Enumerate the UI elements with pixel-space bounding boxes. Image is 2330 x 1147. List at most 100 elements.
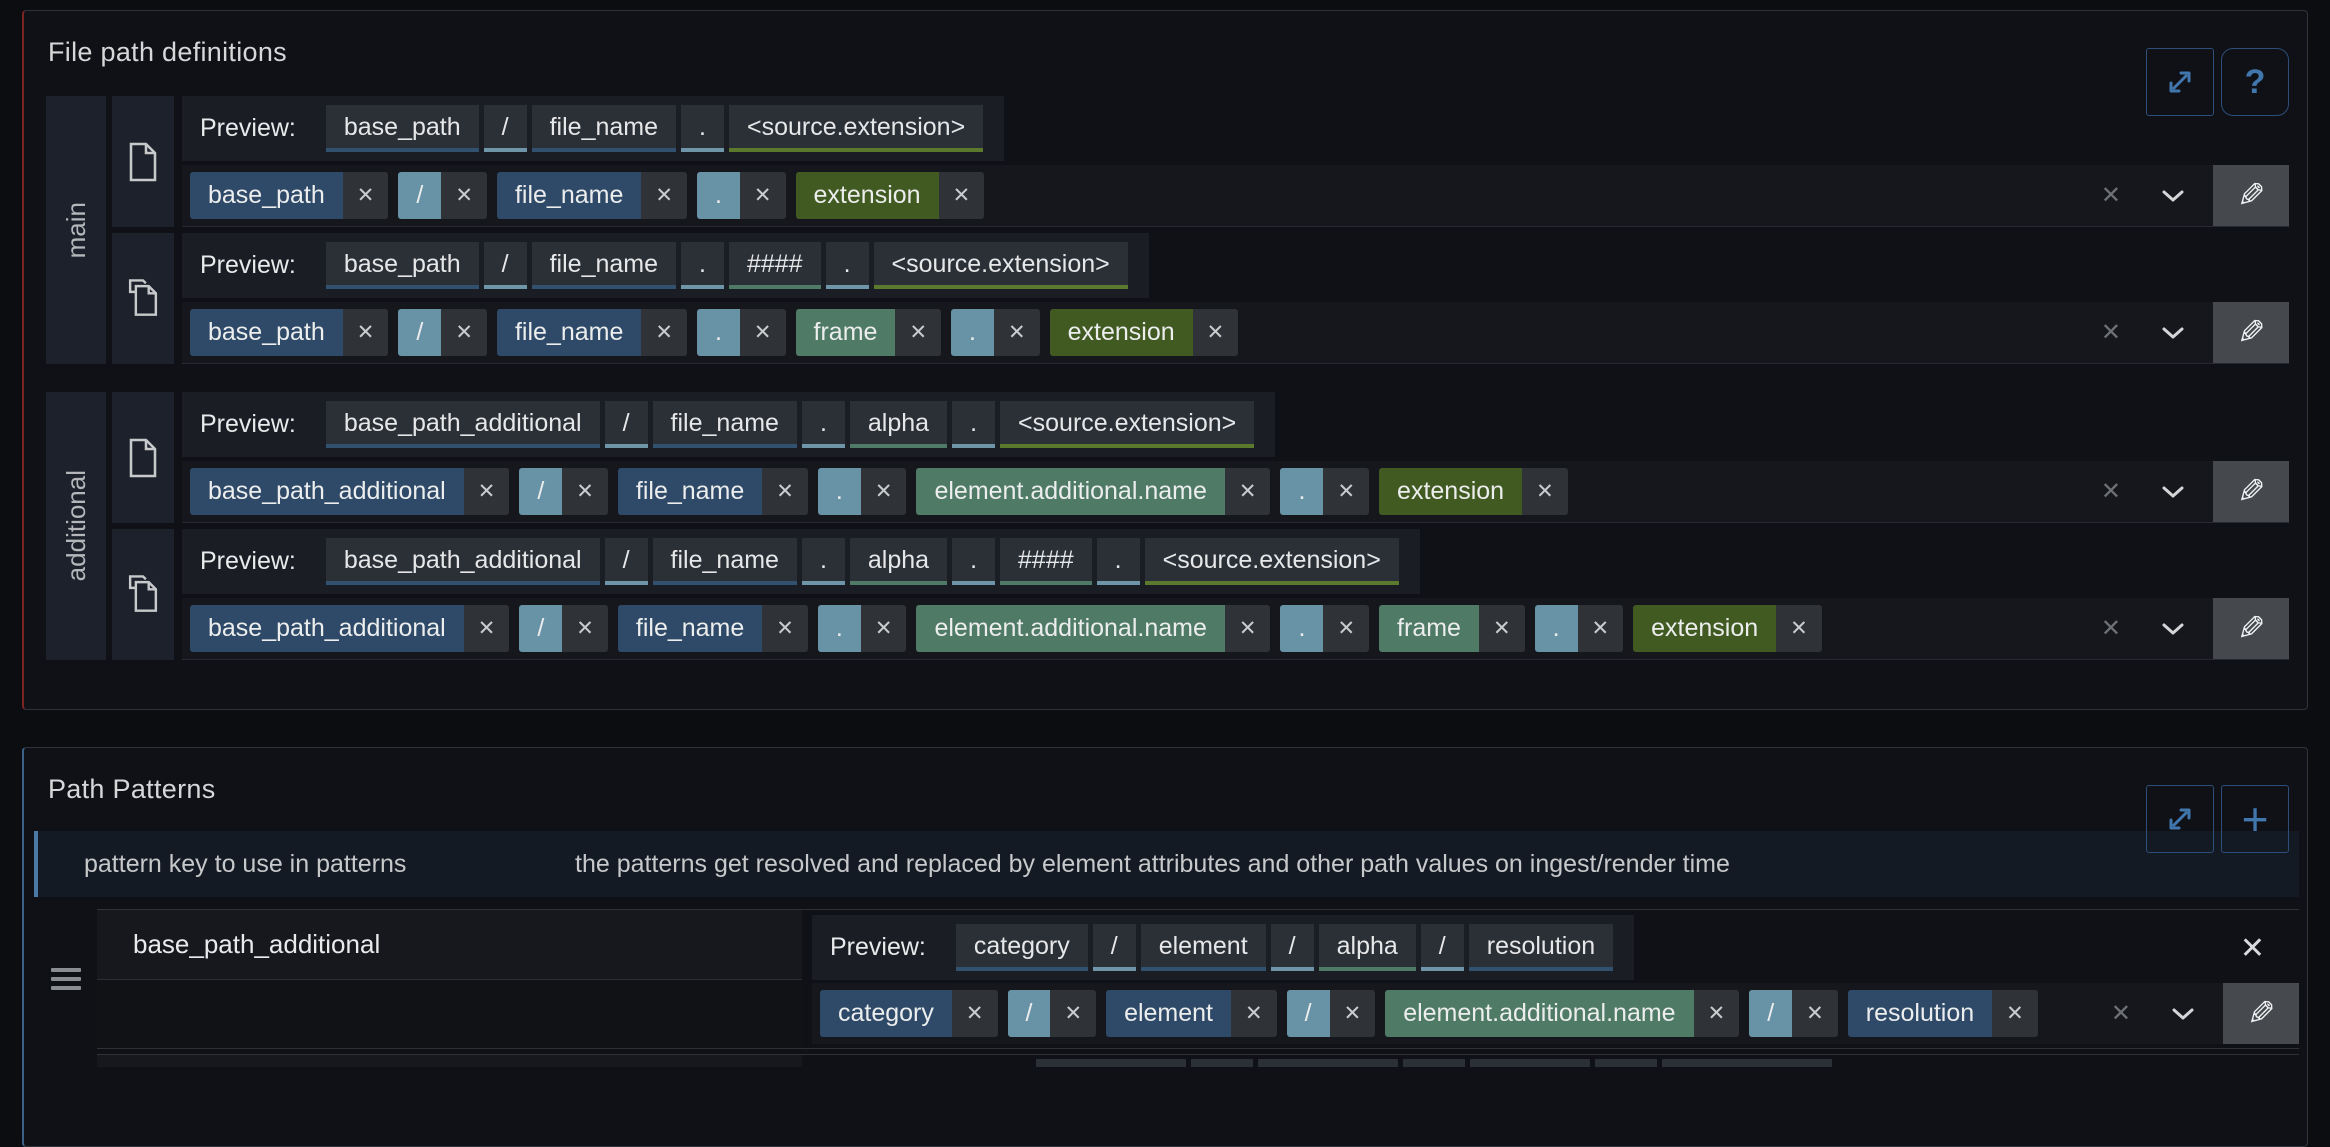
preview-token: file_name — [653, 538, 797, 585]
chip-remove-icon[interactable]: ✕ — [1050, 990, 1096, 1037]
path-token-chip[interactable]: base_path_additional✕ — [190, 468, 509, 515]
path-chips-select[interactable]: base_path✕/✕file_name✕.✕frame✕.✕extensio… — [182, 302, 2213, 363]
chip-remove-icon[interactable]: ✕ — [740, 309, 786, 356]
path-token-chip[interactable]: .✕ — [697, 309, 786, 356]
path-chips-select[interactable]: base_path_additional✕/✕file_name✕.✕eleme… — [182, 461, 2213, 522]
path-token-chip[interactable]: base_path✕ — [190, 309, 388, 356]
path-token-chip[interactable]: base_path✕ — [190, 172, 388, 219]
path-token-chip[interactable]: .✕ — [1280, 605, 1369, 652]
chip-remove-icon[interactable]: ✕ — [1231, 990, 1277, 1037]
chevron-down-icon[interactable] — [2161, 189, 2185, 203]
path-token-chip[interactable]: /✕ — [519, 468, 608, 515]
chip-remove-icon[interactable]: ✕ — [1992, 990, 2038, 1037]
chip-remove-icon[interactable]: ✕ — [895, 309, 941, 356]
expand-panel-button[interactable] — [2146, 785, 2214, 853]
path-token-chip[interactable]: extension✕ — [1050, 309, 1239, 356]
path-chips-select[interactable]: base_path_additional✕/✕file_name✕.✕eleme… — [182, 598, 2213, 659]
path-token-chip[interactable]: /✕ — [519, 605, 608, 652]
path-token-chip[interactable]: resolution✕ — [1848, 990, 2038, 1037]
chevron-down-icon[interactable] — [2161, 485, 2185, 499]
chip-remove-icon[interactable]: ✕ — [939, 172, 985, 219]
path-chips-select[interactable]: category✕/✕element✕/✕element.additional.… — [812, 983, 2223, 1044]
chip-remove-icon[interactable]: ✕ — [1792, 990, 1838, 1037]
chip-remove-icon[interactable]: ✕ — [1323, 468, 1369, 515]
path-chips-select[interactable]: base_path✕/✕file_name✕.✕extension✕ ✕ — [182, 165, 2213, 226]
chip-remove-icon[interactable]: ✕ — [343, 309, 389, 356]
clear-all-icon[interactable]: ✕ — [2101, 181, 2121, 210]
clear-all-icon[interactable]: ✕ — [2111, 999, 2131, 1028]
chip-remove-icon[interactable]: ✕ — [1694, 990, 1740, 1037]
add-pattern-button[interactable]: + — [2221, 785, 2289, 853]
path-token-chip[interactable]: /✕ — [398, 309, 487, 356]
path-token-chip[interactable]: file_name✕ — [497, 172, 687, 219]
path-token-chip[interactable]: element✕ — [1106, 990, 1277, 1037]
chip-remove-icon[interactable]: ✕ — [1225, 605, 1271, 652]
path-token-chip[interactable]: /✕ — [1008, 990, 1097, 1037]
chip-remove-icon[interactable]: ✕ — [740, 172, 786, 219]
edit-button[interactable]: ✎ — [2213, 165, 2289, 226]
path-token-chip[interactable]: element.additional.name✕ — [916, 468, 1270, 515]
chip-remove-icon[interactable]: ✕ — [762, 468, 808, 515]
chip-remove-icon[interactable]: ✕ — [464, 605, 510, 652]
path-token-chip[interactable]: frame✕ — [1379, 605, 1525, 652]
chevron-down-icon[interactable] — [2161, 326, 2185, 340]
path-token-chip[interactable]: .✕ — [697, 172, 786, 219]
expand-panel-button[interactable] — [2146, 48, 2214, 116]
chip-remove-icon[interactable]: ✕ — [994, 309, 1040, 356]
chip-remove-icon[interactable]: ✕ — [1330, 990, 1376, 1037]
path-token-chip[interactable]: .✕ — [1280, 468, 1369, 515]
chip-remove-icon[interactable]: ✕ — [1323, 605, 1369, 652]
single-file-icon — [125, 437, 161, 479]
clear-all-icon[interactable]: ✕ — [2101, 318, 2121, 347]
path-token-chip[interactable]: /✕ — [1287, 990, 1376, 1037]
pattern-key-field[interactable]: base_path_additional — [97, 910, 802, 980]
clear-all-icon[interactable]: ✕ — [2101, 614, 2121, 643]
path-token-chip[interactable]: element.additional.name✕ — [916, 605, 1270, 652]
path-token-chip[interactable]: .✕ — [818, 468, 907, 515]
preview-token: category — [956, 924, 1088, 971]
edit-button[interactable]: ✎ — [2213, 302, 2289, 363]
chip-remove-icon[interactable]: ✕ — [1578, 605, 1624, 652]
edit-button[interactable]: ✎ — [2213, 461, 2289, 522]
chevron-down-icon[interactable] — [2161, 622, 2185, 636]
edit-button[interactable]: ✎ — [2213, 598, 2289, 659]
chip-remove-icon[interactable]: ✕ — [762, 605, 808, 652]
chip-remove-icon[interactable]: ✕ — [641, 309, 687, 356]
chip-remove-icon[interactable]: ✕ — [562, 605, 608, 652]
chevron-down-icon[interactable] — [2171, 1007, 2195, 1021]
chip-remove-icon[interactable]: ✕ — [952, 990, 998, 1037]
chip-remove-icon[interactable]: ✕ — [861, 468, 907, 515]
chip-remove-icon[interactable]: ✕ — [1193, 309, 1239, 356]
chip-remove-icon[interactable]: ✕ — [1225, 468, 1271, 515]
chip-remove-icon[interactable]: ✕ — [641, 172, 687, 219]
chip-remove-icon[interactable]: ✕ — [464, 468, 510, 515]
chip-remove-icon[interactable]: ✕ — [441, 172, 487, 219]
chip-remove-icon[interactable]: ✕ — [1479, 605, 1525, 652]
path-token-chip[interactable]: .✕ — [951, 309, 1040, 356]
chip-remove-icon[interactable]: ✕ — [1522, 468, 1568, 515]
clear-all-icon[interactable]: ✕ — [2101, 477, 2121, 506]
drag-handle-icon[interactable] — [51, 968, 81, 990]
path-token-chip[interactable]: .✕ — [1535, 605, 1624, 652]
chip-remove-icon[interactable]: ✕ — [562, 468, 608, 515]
path-token-chip[interactable]: file_name✕ — [618, 605, 808, 652]
path-token-chip[interactable]: extension✕ — [1379, 468, 1568, 515]
chip-remove-icon[interactable]: ✕ — [343, 172, 389, 219]
path-token-chip[interactable]: /✕ — [1749, 990, 1838, 1037]
path-token-chip[interactable]: frame✕ — [796, 309, 942, 356]
remove-row-icon[interactable]: ✕ — [2240, 934, 2265, 964]
chip-remove-icon[interactable]: ✕ — [1776, 605, 1822, 652]
chip-remove-icon[interactable]: ✕ — [861, 605, 907, 652]
path-token-chip[interactable]: file_name✕ — [497, 309, 687, 356]
path-token-chip[interactable]: extension✕ — [796, 172, 985, 219]
path-token-chip[interactable]: element.additional.name✕ — [1385, 990, 1739, 1037]
help-button[interactable]: ? — [2221, 48, 2289, 116]
path-token-chip[interactable]: file_name✕ — [618, 468, 808, 515]
chip-remove-icon[interactable]: ✕ — [441, 309, 487, 356]
path-token-chip[interactable]: base_path_additional✕ — [190, 605, 509, 652]
edit-button[interactable]: ✎ — [2223, 983, 2299, 1044]
path-token-chip[interactable]: category✕ — [820, 990, 998, 1037]
path-token-chip[interactable]: /✕ — [398, 172, 487, 219]
path-token-chip[interactable]: extension✕ — [1633, 605, 1822, 652]
path-token-chip[interactable]: .✕ — [818, 605, 907, 652]
